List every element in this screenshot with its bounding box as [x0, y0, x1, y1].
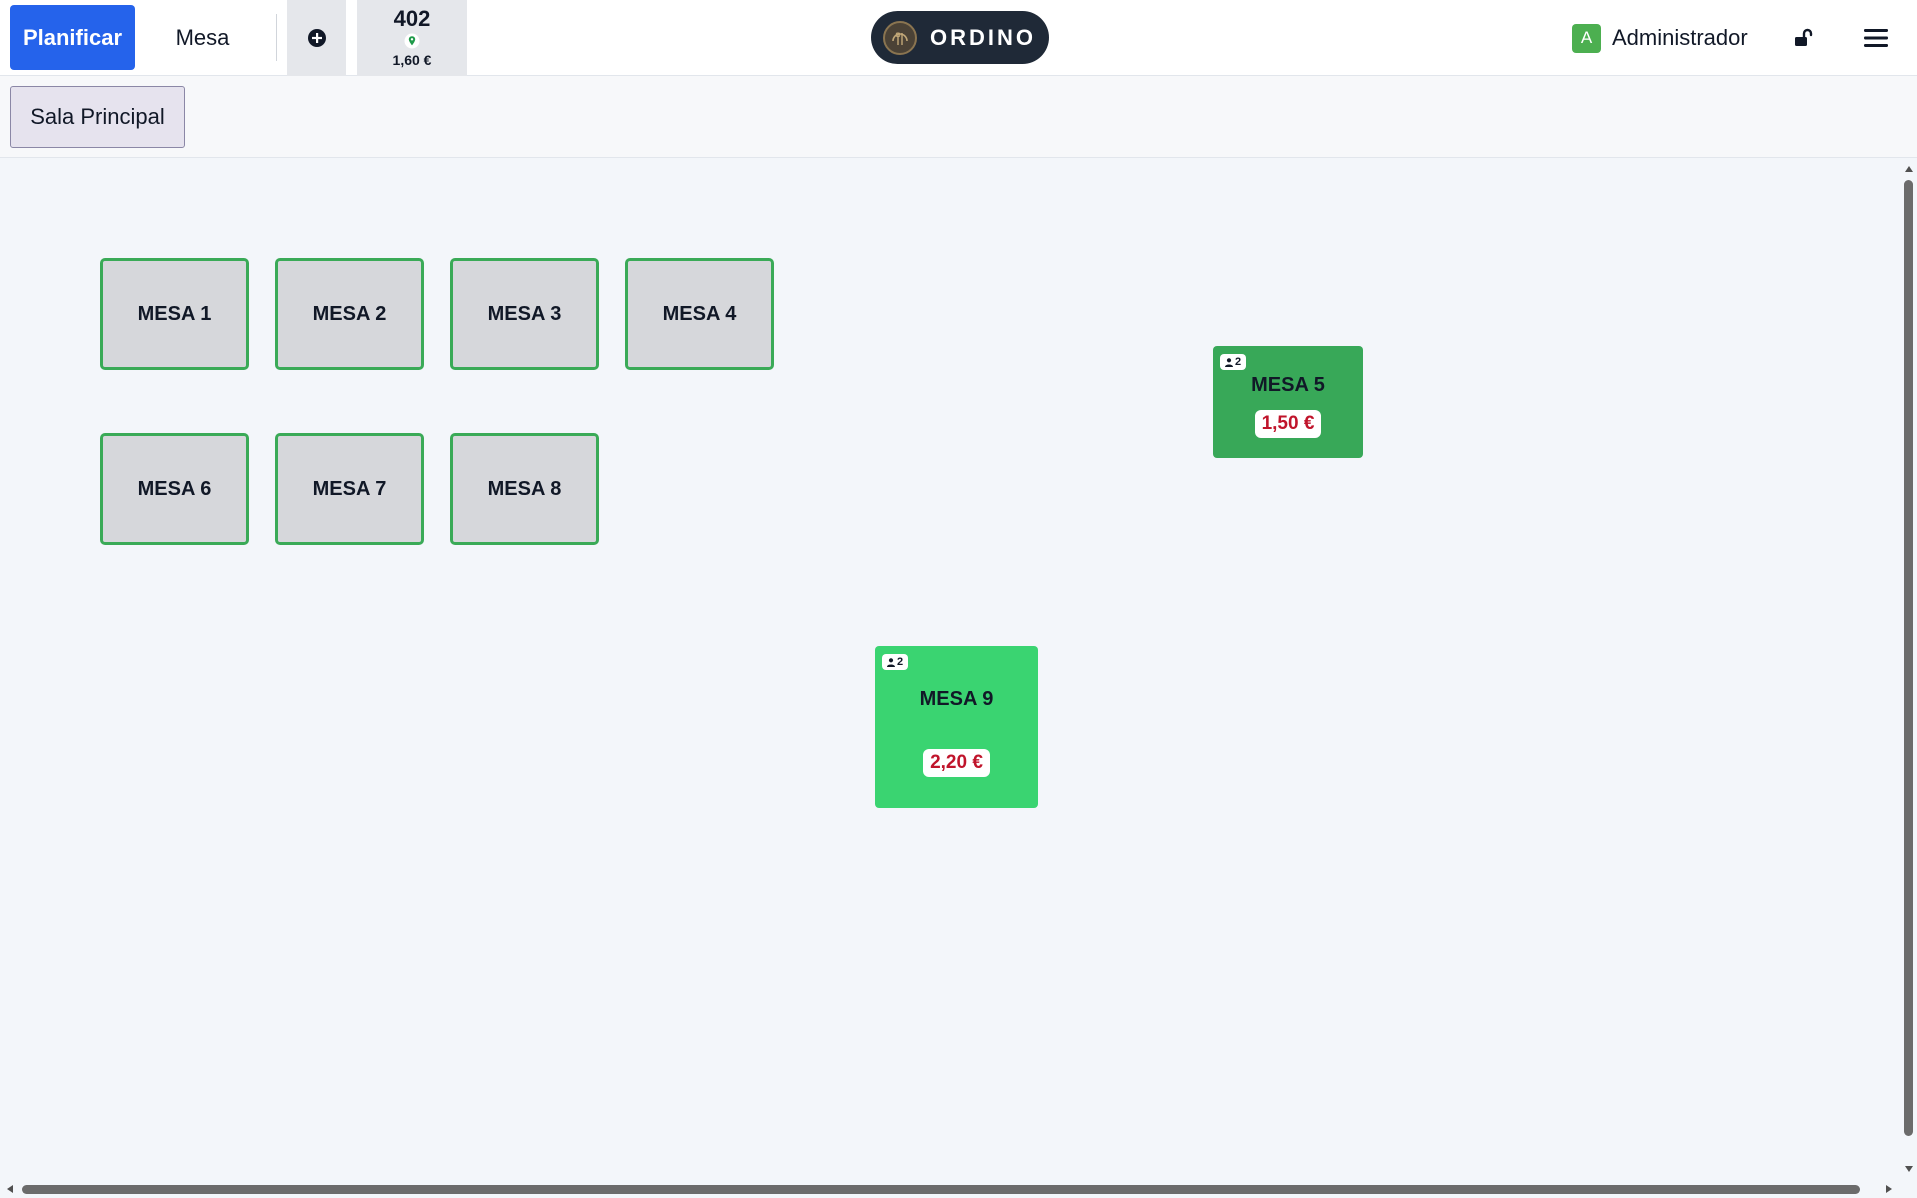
scroll-up-arrow-icon[interactable]	[1905, 166, 1913, 172]
person-icon	[1225, 357, 1233, 367]
table-mesa-8[interactable]: MESA 8	[450, 433, 599, 545]
toolbar-divider	[276, 14, 277, 61]
plus-circle-icon	[307, 29, 326, 47]
unlocked-padlock-icon[interactable]	[1792, 26, 1816, 50]
brand-mark-icon	[883, 20, 917, 55]
table-total: 1,50 €	[1254, 410, 1322, 438]
table-label: MESA 7	[312, 477, 387, 500]
guest-count-badge: 2	[882, 654, 909, 670]
table-mesa-4[interactable]: MESA 4	[625, 258, 774, 370]
user-menu[interactable]: A Administrador	[1572, 23, 1748, 53]
table-mesa-3[interactable]: MESA 3	[450, 258, 599, 370]
mesa-mode-button[interactable]: Mesa	[150, 5, 255, 70]
scroll-left-arrow-icon[interactable]	[7, 1185, 13, 1193]
guest-count: 2	[1235, 356, 1242, 368]
user-name: Administrador	[1612, 25, 1748, 50]
table-label: MESA 9	[919, 688, 994, 710]
table-label: MESA 6	[137, 477, 212, 500]
vertical-scrollbar[interactable]	[1900, 158, 1917, 1181]
table-mesa-5[interactable]: 2 MESA 5 1,50 €	[1213, 346, 1363, 458]
table-mesa-6[interactable]: MESA 6	[100, 433, 249, 545]
horizontal-scroll-thumb[interactable]	[22, 1185, 1860, 1194]
add-order-button[interactable]	[287, 0, 346, 76]
scroll-down-arrow-icon[interactable]	[1905, 1166, 1913, 1172]
order-number: 402	[393, 6, 431, 31]
brand-name: ORDINO	[930, 24, 1036, 50]
horizontal-scrollbar[interactable]	[0, 1181, 1917, 1198]
ordino-logo: ORDINO	[871, 11, 1049, 64]
table-total: 2,20 €	[923, 749, 990, 777]
table-label: MESA 1	[137, 302, 212, 325]
guest-count: 2	[897, 656, 904, 668]
hamburger-menu-icon[interactable]	[1862, 26, 1890, 50]
table-label: MESA 2	[312, 302, 387, 325]
room-tab-sala-principal[interactable]: Sala Principal	[10, 86, 185, 148]
table-mesa-9[interactable]: 2 MESA 9 2,20 €	[875, 646, 1038, 808]
top-bar: Planificar Mesa 402 1,60 € ORDINO A Admi…	[0, 0, 1917, 76]
order-total: 1,60 €	[392, 52, 432, 68]
map-pin-icon	[404, 31, 420, 51]
planificar-button[interactable]: Planificar	[10, 5, 135, 70]
table-label: MESA 3	[487, 302, 562, 325]
table-mesa-2[interactable]: MESA 2	[275, 258, 424, 370]
room-tabs-bar: Sala Principal	[0, 76, 1917, 158]
table-label: MESA 8	[487, 477, 562, 500]
table-mesa-7[interactable]: MESA 7	[275, 433, 424, 545]
scroll-right-arrow-icon[interactable]	[1886, 1185, 1892, 1193]
vertical-scroll-thumb[interactable]	[1904, 180, 1913, 1136]
table-label: MESA 5	[1251, 374, 1325, 396]
floor-plan: MESA 1 MESA 2 MESA 3 MESA 4 2 MESA 5 1,5…	[0, 158, 1900, 1181]
table-mesa-1[interactable]: MESA 1	[100, 258, 249, 370]
table-label: MESA 4	[662, 302, 737, 325]
guest-count-badge: 2	[1220, 354, 1247, 370]
open-order-tile[interactable]: 402 1,60 €	[357, 0, 467, 76]
avatar: A	[1572, 23, 1601, 53]
person-icon	[887, 657, 895, 667]
